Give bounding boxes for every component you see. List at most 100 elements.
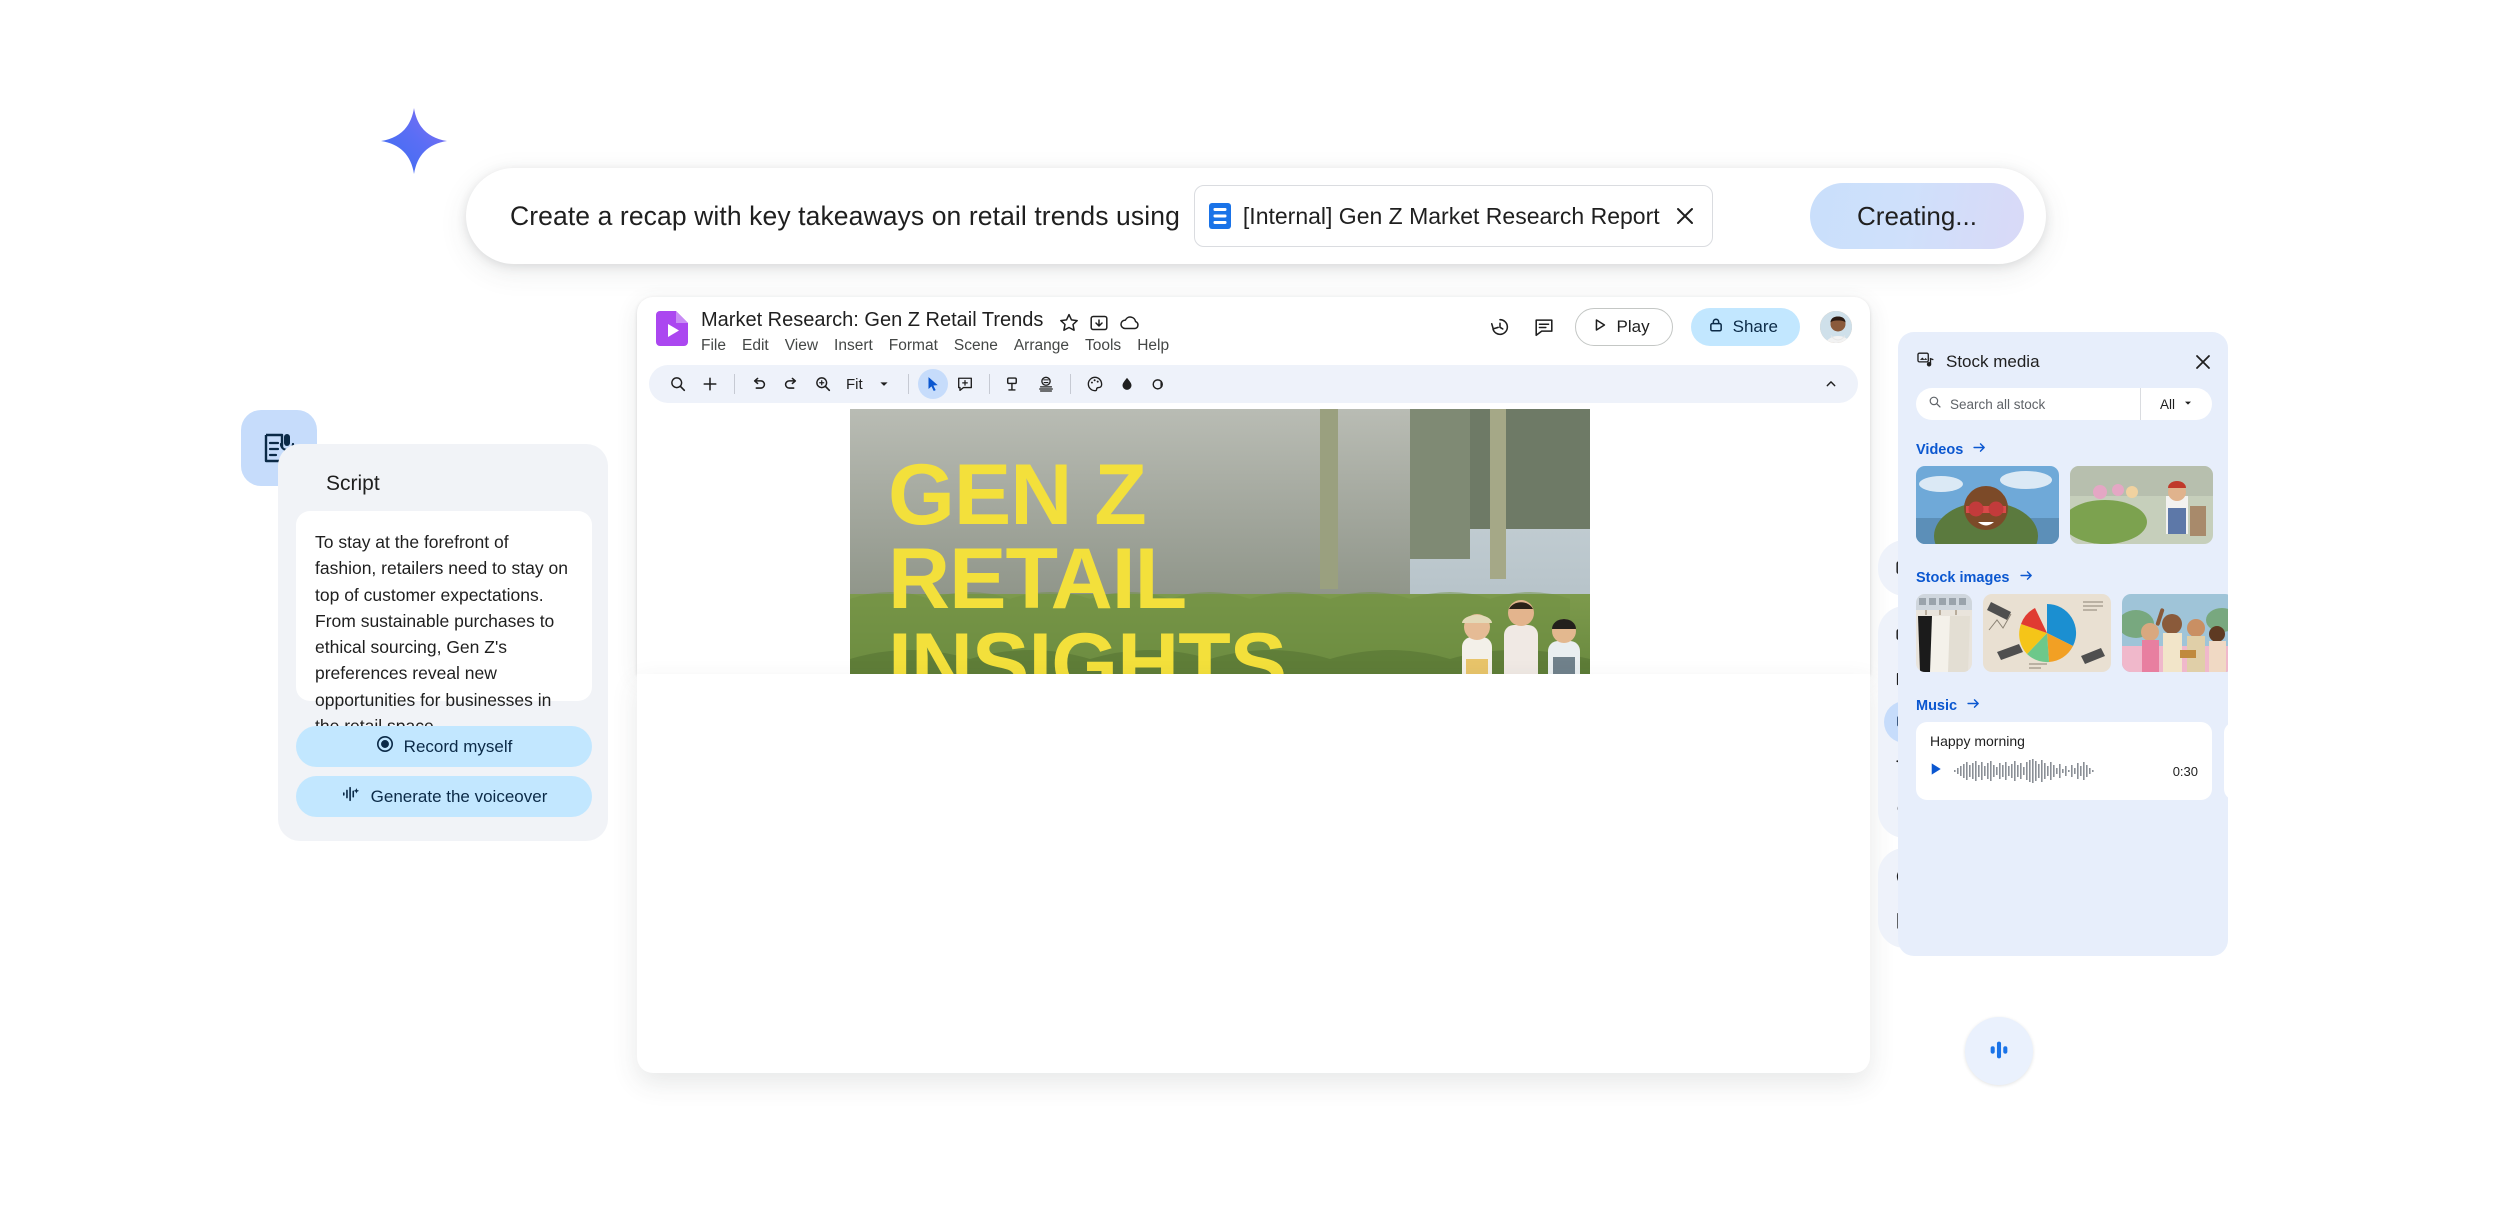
version-history-icon[interactable] — [1487, 314, 1513, 340]
video-thumbnail — [2070, 466, 2213, 544]
google-docs-icon — [1209, 203, 1231, 229]
audio-waveform-icon — [1986, 1037, 2012, 1066]
divider — [908, 374, 909, 394]
list-item[interactable] — [1983, 594, 2111, 672]
image-thumbnail — [1983, 594, 2111, 672]
videos-row — [1916, 466, 2213, 544]
record-dot-icon — [376, 735, 394, 758]
editor-toolbar: Fit — [649, 365, 1858, 403]
animation-icon[interactable] — [1031, 369, 1061, 399]
video-thumbnail — [1916, 466, 2059, 544]
list-item[interactable] — [1916, 466, 2059, 544]
cloud-saved-icon[interactable] — [1119, 313, 1139, 333]
waveform-sparkle-icon — [341, 785, 361, 808]
close-icon[interactable] — [1672, 203, 1698, 229]
stock-images-row — [1916, 594, 2228, 672]
app-window: Market Research: Gen Z Retail Trends Fil… — [637, 297, 1870, 674]
search-input[interactable]: Search all stock — [1916, 395, 2140, 414]
app-header: Market Research: Gen Z Retail Trends Fil… — [637, 297, 1870, 359]
menu-format[interactable]: Format — [889, 337, 938, 355]
add-comment-icon[interactable] — [950, 369, 980, 399]
section-stock-images-label: Stock images — [1916, 570, 2010, 586]
divider — [989, 374, 990, 394]
list-item[interactable] — [2070, 466, 2213, 544]
zoom-fit-label[interactable]: Fit — [840, 376, 867, 393]
prompt-bar: Create a recap with key takeaways on ret… — [466, 168, 2046, 264]
zoom-icon[interactable] — [808, 369, 838, 399]
stock-media-header: Stock media — [1916, 348, 2214, 376]
music-track-card-partial[interactable] — [2224, 722, 2228, 800]
divider — [1070, 374, 1071, 394]
stock-filter-label: All — [2160, 397, 2175, 412]
stock-media-title: Stock media — [1946, 352, 2040, 372]
menu-help[interactable]: Help — [1137, 337, 1169, 355]
comment-icon[interactable] — [1531, 314, 1557, 340]
list-item[interactable] — [2122, 594, 2228, 672]
star-icon[interactable] — [1059, 313, 1079, 333]
redo-icon[interactable] — [776, 369, 806, 399]
record-myself-button[interactable]: Record myself — [296, 726, 592, 767]
add-icon[interactable] — [695, 369, 725, 399]
section-music-label: Music — [1916, 698, 1957, 714]
script-text: To stay at the forefront of fashion, ret… — [315, 529, 573, 739]
prompt-text: Create a recap with key takeaways on ret… — [510, 201, 1180, 232]
share-button[interactable]: Share — [1691, 308, 1800, 346]
sparkle-icon — [378, 105, 450, 177]
generate-voiceover-button[interactable]: Generate the voiceover — [296, 776, 592, 817]
menu-scene[interactable]: Scene — [954, 337, 998, 355]
app-window-lower: 00:00.0 / 06:05.0 100% — [637, 674, 1870, 1073]
fill-drop-icon[interactable] — [1112, 369, 1142, 399]
menu-insert[interactable]: Insert — [834, 337, 873, 355]
menu-file[interactable]: File — [701, 337, 726, 355]
record-myself-label: Record myself — [404, 737, 513, 757]
palette-icon[interactable] — [1080, 369, 1110, 399]
stock-filter-dropdown[interactable]: All — [2140, 388, 2212, 420]
menubar: File Edit View Insert Format Scene Arran… — [701, 337, 1169, 355]
image-thumbnail — [2122, 594, 2228, 672]
avatar[interactable] — [1818, 309, 1854, 345]
menu-edit[interactable]: Edit — [742, 337, 769, 355]
stock-media-icon — [1916, 350, 1935, 374]
music-track-duration: 0:30 — [2173, 764, 2198, 779]
arrow-right-icon — [1972, 440, 1987, 460]
music-waveform — [1954, 759, 2106, 783]
script-panel: Script To stay at the forefront of fashi… — [278, 444, 608, 841]
stock-search-bar: Search all stock All — [1916, 388, 2212, 420]
music-track-row: 0:30 — [1930, 759, 2198, 783]
play-button[interactable]: Play — [1575, 308, 1673, 346]
menu-view[interactable]: View — [785, 337, 818, 355]
section-music[interactable]: Music — [1916, 696, 1981, 716]
image-thumbnail — [1916, 594, 1972, 672]
play-triangle-icon[interactable] — [1930, 762, 1942, 781]
play-label: Play — [1617, 317, 1650, 337]
voice-assistant-button[interactable] — [1965, 1017, 2033, 1085]
chip-label: [Internal] Gen Z Market Research Report — [1243, 203, 1660, 230]
menu-arrange[interactable]: Arrange — [1014, 337, 1069, 355]
generate-voiceover-label: Generate the voiceover — [371, 787, 548, 807]
section-videos[interactable]: Videos — [1916, 440, 1987, 460]
close-icon[interactable] — [2192, 351, 2214, 373]
caret-down-icon[interactable] — [869, 369, 899, 399]
caret-down-icon — [2183, 395, 2193, 413]
attached-document-chip[interactable]: [Internal] Gen Z Market Research Report — [1194, 185, 1713, 247]
chevron-up-icon[interactable] — [1816, 369, 1846, 399]
transition-icon[interactable] — [999, 369, 1029, 399]
mask-icon[interactable] — [1144, 369, 1174, 399]
menu-tools[interactable]: Tools — [1085, 337, 1121, 355]
stock-media-panel: Stock media Search all stock All Videos — [1898, 332, 2228, 956]
search-icon[interactable] — [663, 369, 693, 399]
cursor-icon[interactable] — [918, 369, 948, 399]
section-stock-images[interactable]: Stock images — [1916, 568, 2034, 588]
list-item[interactable] — [1916, 594, 1972, 672]
create-button[interactable]: Creating... — [1810, 183, 2024, 249]
share-label: Share — [1733, 317, 1778, 337]
music-track-card[interactable]: Happy morning 0:30 — [1916, 722, 2212, 800]
screen: Create a recap with key takeaways on ret… — [0, 0, 2500, 1232]
slide-title: Gen Z Retail Insights — [888, 453, 1448, 706]
undo-icon[interactable] — [744, 369, 774, 399]
move-to-folder-icon[interactable] — [1089, 313, 1109, 333]
search-icon — [1928, 395, 1942, 414]
lock-icon — [1708, 317, 1724, 338]
search-placeholder: Search all stock — [1950, 397, 2045, 412]
script-text-card[interactable]: To stay at the forefront of fashion, ret… — [296, 511, 592, 701]
